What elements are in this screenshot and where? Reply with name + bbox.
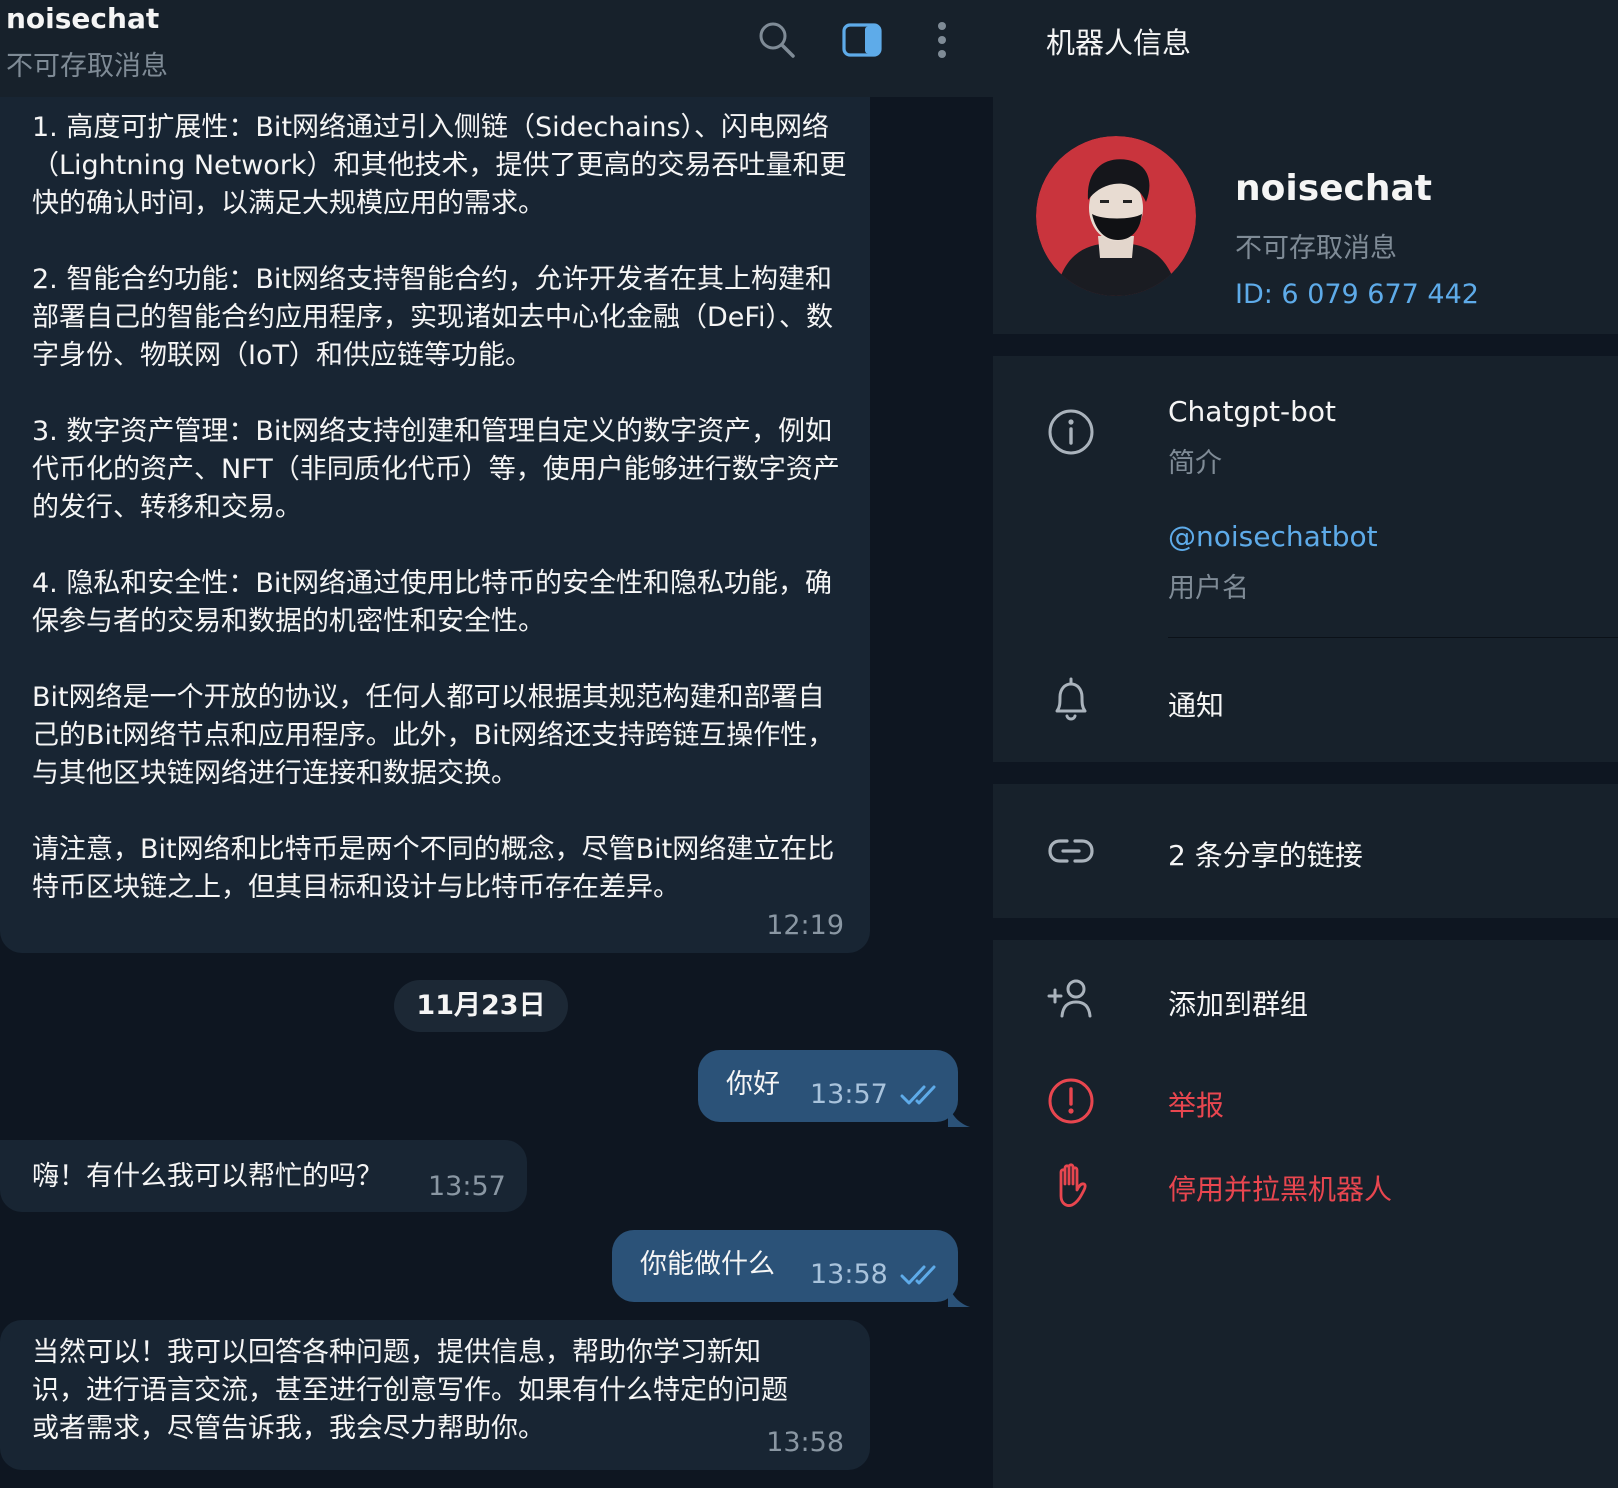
profile-status: 不可存取消息	[1235, 233, 1397, 264]
report-icon	[1046, 1076, 1096, 1126]
add-user-icon	[1046, 974, 1096, 1024]
username-link[interactable]: @noisechatbot	[1168, 520, 1378, 553]
date-separator: 11月23日	[394, 980, 568, 1032]
profile-name: noisechat	[1235, 168, 1433, 209]
shared-links-item[interactable]: 2 条分享的链接	[1168, 834, 1363, 874]
bot-info-panel: 机器人信息 noisechat 不可存取消息 ID: 6 079 677 442…	[993, 0, 1618, 1488]
message-time: 12:19	[766, 910, 844, 941]
message-paragraph: 4. 隐私和安全性：Bit网络通过使用比特币的安全性和隐私功能，确保参与者的交易…	[32, 568, 832, 637]
divider	[1168, 637, 1618, 638]
bio-text[interactable]: Chatgpt-bot	[1168, 395, 1336, 428]
report-button[interactable]: 举报	[1168, 1084, 1224, 1124]
search-icon[interactable]	[755, 18, 799, 62]
message-list[interactable]: 1. 高度可扩展性：Bit网络通过引入侧链（Sidechains）、闪电网络（L…	[0, 97, 993, 1488]
section-separator	[993, 762, 1618, 784]
more-vertical-icon[interactable]	[920, 18, 964, 62]
section-separator	[993, 334, 1618, 356]
chat-header[interactable]: noisechat 不可存取消息	[0, 0, 993, 97]
message-paragraph: 3. 数字资产管理：Bit网络支持创建和管理自定义的数字资产，例如代币化的资产、…	[32, 416, 840, 523]
message-incoming[interactable]: 嗨！有什么我可以帮忙的吗？ 13:57	[0, 1140, 527, 1212]
bubble-tail	[948, 1100, 970, 1127]
message-paragraph: 请注意，Bit网络和比特币是两个不同的概念，尽管Bit网络建立在比特币区块链之上…	[32, 834, 835, 903]
chat-area: noisechat 不可存取消息 1. 高度可扩展性：Bit网络通过引入侧链（S…	[0, 0, 993, 1488]
message-paragraph: 2. 智能合约功能：Bit网络支持智能合约，允许开发者在其上构建和部署自己的智能…	[32, 264, 833, 371]
message-incoming[interactable]: 当然可以！我可以回答各种问题，提供信息，帮助你学习新知识，进行语言交流，甚至进行…	[0, 1320, 870, 1470]
message-outgoing[interactable]: 你好 13:57	[698, 1050, 970, 1127]
message-time: 13:57	[810, 1079, 888, 1110]
hand-stop-icon	[1046, 1160, 1096, 1210]
message-incoming[interactable]: 1. 高度可扩展性：Bit网络通过引入侧链（Sidechains）、闪电网络（L…	[0, 97, 870, 953]
link-icon	[1046, 826, 1096, 876]
message-time: 13:58	[766, 1427, 844, 1458]
message-time: 13:58	[810, 1259, 888, 1290]
message-text: 你好	[726, 1069, 780, 1100]
bell-icon[interactable]	[1046, 675, 1096, 725]
add-to-group-button[interactable]: 添加到群组	[1168, 983, 1308, 1023]
message-outgoing[interactable]: 你能做什么 13:58	[612, 1230, 970, 1307]
profile-id[interactable]: ID: 6 079 677 442	[1235, 279, 1479, 310]
message-text: 嗨！有什么我可以帮忙的吗？	[32, 1161, 383, 1192]
avatar[interactable]	[1036, 136, 1196, 296]
message-paragraph: Bit网络是一个开放的协议，任何人都可以根据其规范构建和部署自己的Bit网络节点…	[32, 682, 835, 789]
panel-title: 机器人信息	[1046, 26, 1192, 60]
side-panel-icon[interactable]	[840, 18, 884, 62]
message-text: 当然可以！我可以回答各种问题，提供信息，帮助你学习新知识，进行语言交流，甚至进行…	[32, 1337, 788, 1444]
notifications-toggle[interactable]: 通知	[1168, 684, 1224, 724]
bubble-tail	[948, 1280, 970, 1307]
message-text: 你能做什么	[640, 1249, 775, 1280]
double-check-icon	[900, 1080, 940, 1105]
section-separator	[993, 918, 1618, 940]
info-icon	[1046, 407, 1096, 457]
chat-title[interactable]: noisechat	[6, 2, 159, 35]
block-bot-button[interactable]: 停用并拉黑机器人	[1168, 1168, 1392, 1208]
chat-status: 不可存取消息	[6, 51, 168, 82]
message-paragraph: 1. 高度可扩展性：Bit网络通过引入侧链（Sidechains）、闪电网络（L…	[32, 112, 847, 219]
double-check-icon	[900, 1260, 940, 1285]
username-label: 用户名	[1168, 573, 1249, 604]
message-time: 13:57	[428, 1171, 506, 1202]
bio-label: 简介	[1168, 448, 1222, 479]
